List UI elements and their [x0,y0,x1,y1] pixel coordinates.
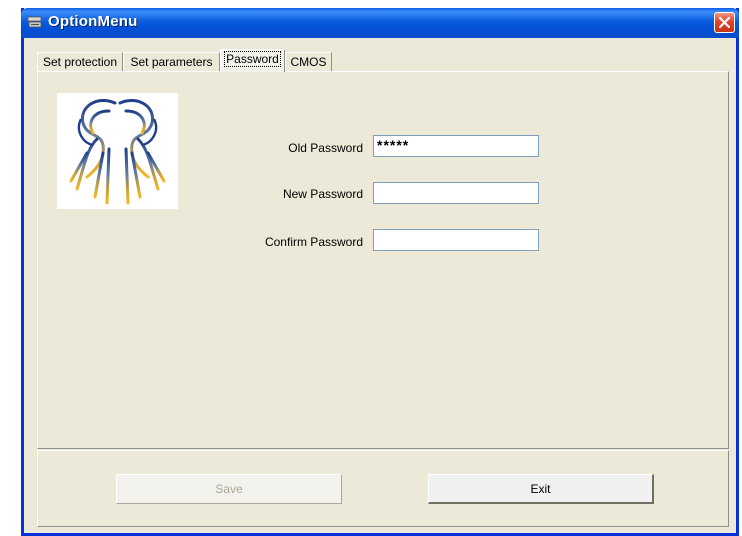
window-title: OptionMenu [48,13,138,30]
app-logo [57,93,178,209]
old-password-field[interactable]: ***** [373,135,539,157]
title-bar[interactable]: OptionMenu [21,8,739,38]
tab-label: CMOS [290,55,327,69]
exit-button[interactable]: Exit [428,474,654,504]
new-password-field[interactable] [373,182,539,204]
confirm-password-field[interactable] [373,229,539,251]
old-password-label: Old Password [288,141,363,155]
logo-emblem [69,99,166,205]
close-button[interactable] [714,12,735,33]
close-icon [719,17,730,28]
app-icon [28,16,42,28]
confirm-password-label: Confirm Password [264,235,363,249]
tab-cmos[interactable]: CMOS [285,52,332,71]
tab-label: Set protection [42,55,118,69]
new-password-label: New Password [282,187,363,201]
save-button[interactable]: Save [116,474,342,504]
tab-label: Password [224,51,281,67]
tab-label: Set parameters [130,55,213,69]
tab-set-protection[interactable]: Set protection [37,52,123,71]
tab-set-parameters[interactable]: Set parameters [123,52,220,71]
tab-password[interactable]: Password [220,49,285,72]
